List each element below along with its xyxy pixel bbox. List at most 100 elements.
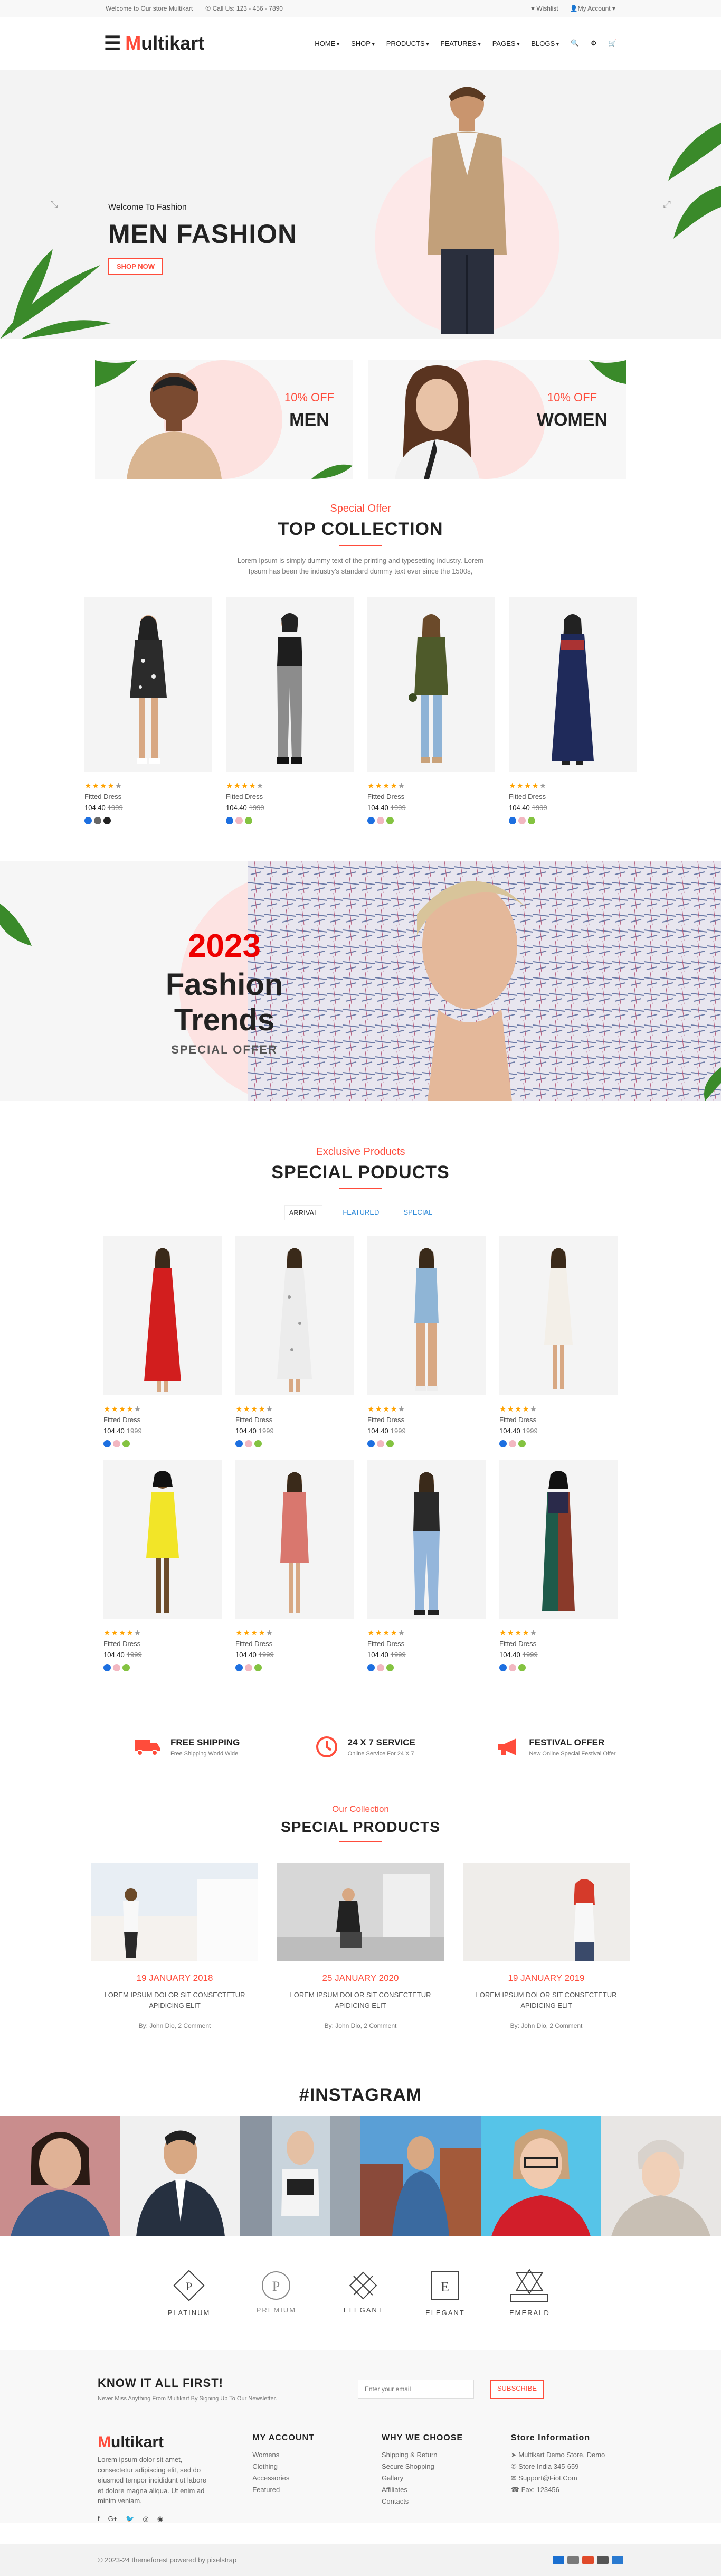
color-swatch[interactable] (518, 1440, 526, 1447)
blog-image[interactable] (463, 1863, 630, 1961)
color-swatch[interactable] (245, 817, 252, 824)
google-plus-icon[interactable]: G+ (108, 2515, 118, 2523)
product-card[interactable]: ★★★★★ Fitted Dress 104.40 1999 (499, 1460, 618, 1671)
instagram-photo[interactable] (480, 2116, 601, 2236)
product-image[interactable] (367, 597, 495, 772)
color-swatch[interactable] (103, 1664, 111, 1671)
color-swatch[interactable] (499, 1440, 507, 1447)
color-swatch[interactable] (113, 1440, 120, 1447)
color-swatch[interactable] (235, 1664, 243, 1671)
color-swatch[interactable] (509, 1440, 516, 1447)
facebook-icon[interactable]: f (98, 2515, 100, 2523)
product-image[interactable] (499, 1460, 618, 1619)
color-swatch[interactable] (94, 817, 101, 824)
footer-link[interactable]: Secure Shopping (382, 2461, 469, 2472)
product-card[interactable]: ★★★★★ Fitted Dress 104.40 1999 (235, 1460, 354, 1671)
hamburger-icon[interactable]: ☰ (104, 32, 121, 54)
wishlist-link[interactable]: ♥ Wishlist (531, 5, 558, 12)
footer-link[interactable]: Accessories (252, 2472, 339, 2484)
color-swatch[interactable] (367, 817, 375, 824)
color-swatch[interactable] (254, 1440, 262, 1447)
search-icon[interactable]: 🔍 (571, 39, 579, 48)
twitter-icon[interactable]: 🐦 (126, 2515, 134, 2523)
shop-now-button[interactable]: SHOP NOW (108, 258, 163, 275)
footer-link[interactable]: Womens (252, 2449, 339, 2461)
nav-products[interactable]: PRODUCTS (386, 40, 429, 48)
color-swatch[interactable] (235, 1440, 243, 1447)
color-swatch[interactable] (245, 1664, 252, 1671)
account-link[interactable]: 👤My Account ▾ (570, 5, 615, 12)
instagram-icon[interactable]: ◎ (143, 2515, 149, 2523)
color-swatch[interactable] (518, 1664, 526, 1671)
color-swatch[interactable] (367, 1440, 375, 1447)
footer-link[interactable]: Affiliates (382, 2484, 469, 2496)
color-swatch[interactable] (84, 817, 92, 824)
footer-logo[interactable]: Multikart (98, 2433, 210, 2451)
rss-icon[interactable]: ◉ (157, 2515, 163, 2523)
product-image[interactable] (367, 1460, 486, 1619)
product-image[interactable] (226, 597, 354, 772)
product-image[interactable] (509, 597, 637, 772)
blog-image[interactable] (91, 1863, 258, 1961)
expand-icon[interactable]: ⤢ (663, 199, 671, 210)
brand-logo[interactable]: ELEGANT (342, 2270, 384, 2314)
color-swatch[interactable] (122, 1664, 130, 1671)
brand-logo[interactable]: P PLATINUM (168, 2267, 211, 2317)
subscribe-button[interactable]: SUBSCRIBE (489, 2380, 544, 2399)
color-swatch[interactable] (377, 817, 384, 824)
product-image[interactable] (235, 1236, 354, 1395)
tab-special[interactable]: SPECIAL (399, 1205, 437, 1220)
color-swatch[interactable] (103, 1440, 111, 1447)
product-image[interactable] (235, 1460, 354, 1619)
color-swatch[interactable] (509, 1664, 516, 1671)
brand-logo[interactable]: EMERALD (506, 2267, 553, 2317)
product-card[interactable]: ★★★★★ Fitted Dress 104.40 1999 (367, 597, 495, 824)
product-card[interactable]: ★★★★★ Fitted Dress 104.40 1999 (509, 597, 637, 824)
product-card[interactable]: ★★★★★ Fitted Dress 104.40 1999 (367, 1460, 486, 1671)
product-card[interactable]: ★★★★★ Fitted Dress 104.40 1999 (499, 1236, 618, 1447)
product-card[interactable]: ★★★★★ Fitted Dress 104.40 1999 (226, 597, 354, 824)
color-swatch[interactable] (235, 817, 243, 824)
color-swatch[interactable] (103, 817, 111, 824)
product-image[interactable] (103, 1460, 222, 1619)
color-swatch[interactable] (226, 817, 233, 824)
color-swatch[interactable] (499, 1664, 507, 1671)
product-card[interactable]: ★★★★★ Fitted Dress 104.40 1999 (84, 597, 212, 824)
blog-image[interactable] (277, 1863, 444, 1961)
footer-link[interactable]: Shipping & Return (382, 2449, 469, 2461)
color-swatch[interactable] (509, 817, 516, 824)
expand-icon[interactable]: ⤡ (50, 199, 58, 210)
color-swatch[interactable] (113, 1664, 120, 1671)
product-image[interactable] (84, 597, 212, 772)
blog-card[interactable]: 25 JANUARY 2020 LOREM IPSUM DOLOR SIT CO… (277, 1863, 444, 2029)
logo[interactable]: ☰ Multikart (104, 32, 204, 54)
brand-logo[interactable]: P PREMIUM (250, 2270, 302, 2314)
color-swatch[interactable] (386, 817, 394, 824)
color-swatch[interactable] (254, 1664, 262, 1671)
instagram-photo[interactable] (0, 2116, 120, 2236)
footer-link[interactable]: Contacts (382, 2496, 469, 2507)
color-swatch[interactable] (377, 1440, 384, 1447)
color-swatch[interactable] (528, 817, 535, 824)
product-image[interactable] (367, 1236, 486, 1395)
color-swatch[interactable] (245, 1440, 252, 1447)
product-image[interactable] (499, 1236, 618, 1395)
nav-pages[interactable]: PAGES (492, 40, 520, 48)
product-card[interactable]: ★★★★★ Fitted Dress 104.40 1999 (235, 1236, 354, 1447)
nav-shop[interactable]: SHOP (351, 40, 375, 48)
product-card[interactable]: ★★★★★ Fitted Dress 104.40 1999 (367, 1236, 486, 1447)
brand-logo[interactable]: E ELEGANT (424, 2267, 466, 2317)
nav-home[interactable]: HOME (315, 40, 339, 48)
tab-featured[interactable]: FEATURED (338, 1205, 383, 1220)
footer-link[interactable]: Clothing (252, 2461, 339, 2472)
product-image[interactable] (103, 1236, 222, 1395)
footer-link[interactable]: Gallary (382, 2472, 469, 2484)
instagram-photo[interactable] (240, 2116, 361, 2236)
instagram-photo[interactable] (360, 2116, 481, 2236)
instagram-photo[interactable] (120, 2116, 241, 2236)
instagram-photo[interactable] (601, 2116, 721, 2236)
cart-icon[interactable]: 🛒 (609, 39, 617, 48)
gear-icon[interactable]: ⚙ (591, 39, 597, 48)
nav-blogs[interactable]: BLOGS (531, 40, 559, 48)
color-swatch[interactable] (377, 1664, 384, 1671)
